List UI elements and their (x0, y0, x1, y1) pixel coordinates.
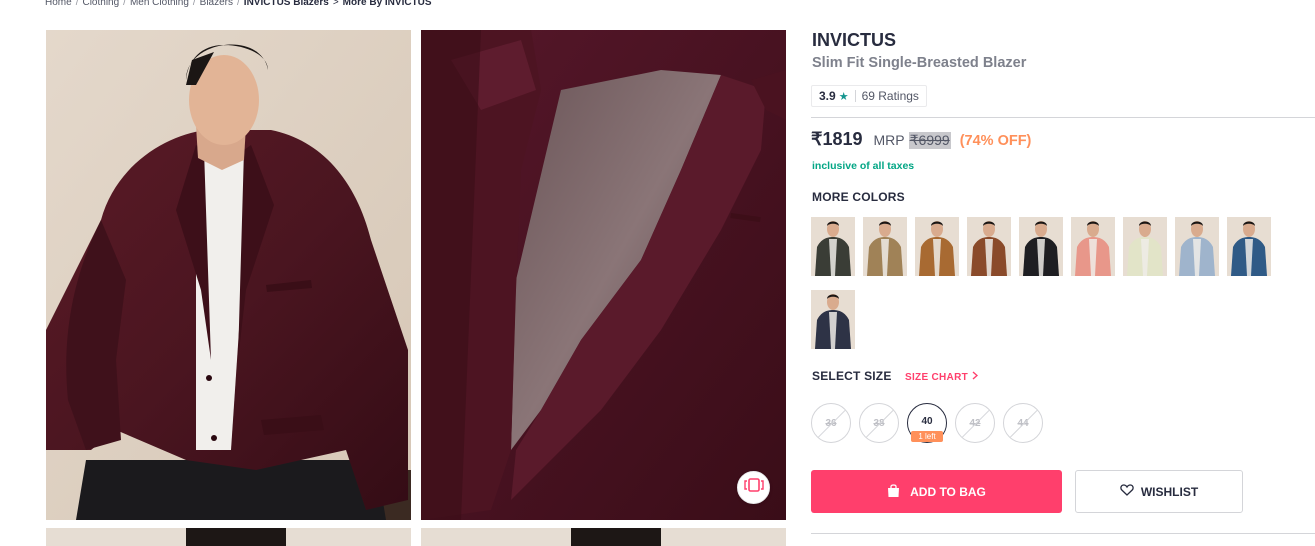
size-chart-label: SIZE CHART (905, 371, 968, 383)
stock-badge: 1 left (911, 431, 943, 442)
rating-value: 3.9 (819, 89, 836, 103)
color-swatch[interactable] (863, 217, 907, 276)
more-colors-heading: MORE COLORS (812, 190, 905, 204)
size-label: 44 (1017, 417, 1029, 429)
product-image-thumbnail-3[interactable] (46, 528, 411, 546)
breadcrumb: Home / Clothing / Men Clothing / Blazers… (45, 0, 432, 8)
product-image-thumbnail-4[interactable] (421, 528, 786, 546)
breadcrumb-clothing[interactable]: Clothing (82, 0, 119, 8)
color-swatch[interactable] (811, 217, 855, 276)
divider (811, 533, 1315, 534)
color-swatch[interactable] (811, 290, 855, 349)
breadcrumb-blazers[interactable]: Blazers (200, 0, 233, 8)
size-label: 42 (969, 417, 981, 429)
breadcrumb-separator: / (192, 0, 196, 8)
breadcrumb-separator: / (123, 0, 126, 8)
product-title: Slim Fit Single-Breasted Blazer (812, 55, 1027, 71)
size-option-40[interactable]: 40 1 left (907, 403, 947, 443)
size-option-44[interactable]: 44 (1003, 403, 1043, 443)
wishlist-label: WISHLIST (1140, 484, 1199, 499)
color-swatch[interactable] (967, 217, 1011, 276)
breadcrumb-brand-blazers[interactable]: INVICTUS Blazers (244, 0, 329, 8)
product-info-panel: INVICTUS Slim Fit Single-Breasted Blazer… (811, 0, 1315, 546)
color-swatch[interactable] (915, 217, 959, 276)
size-label: 38 (873, 417, 885, 429)
size-label: 36 (825, 417, 837, 429)
price-row: ₹1819 MRP ₹6999 (74% OFF) (811, 129, 1031, 150)
color-swatch[interactable] (1071, 217, 1115, 276)
size-chart-link[interactable]: SIZE CHART (905, 371, 979, 383)
star-icon: ★ (838, 90, 849, 103)
color-swatch[interactable] (1175, 217, 1219, 276)
mrp-value: ₹6999 (908, 132, 951, 149)
product-brand: INVICTUS (812, 30, 897, 50)
chevron-right-icon (972, 371, 979, 383)
size-option-36[interactable]: 36 (811, 403, 851, 443)
view-similar-button[interactable] (737, 471, 770, 504)
rating-count: 69 Ratings (861, 89, 919, 103)
size-option-42[interactable]: 42 (955, 403, 995, 443)
selling-price: ₹1819 (811, 129, 863, 149)
add-to-bag-label: ADD TO BAG (910, 484, 986, 499)
mrp-label: MRP (873, 132, 905, 148)
taxes-note: inclusive of all taxes (812, 160, 915, 172)
discount-percent: (74% OFF) (959, 133, 1032, 149)
rating-divider (854, 90, 856, 102)
add-to-bag-button[interactable]: ADD TO BAG (811, 470, 1062, 513)
color-swatch[interactable] (1227, 217, 1271, 276)
color-swatch[interactable] (1019, 217, 1063, 276)
product-image-lapel-closeup[interactable] (421, 30, 786, 520)
color-swatch[interactable] (1123, 217, 1167, 276)
rating-badge[interactable]: 3.9 ★ 69 Ratings (811, 85, 927, 107)
breadcrumb-home[interactable]: Home (45, 0, 72, 8)
similar-products-icon (743, 477, 764, 498)
heart-icon (1120, 484, 1134, 499)
breadcrumb-arrow: > (332, 0, 339, 8)
breadcrumb-separator: / (75, 0, 79, 8)
product-image-model[interactable] (46, 30, 411, 520)
shopping-bag-icon (887, 483, 900, 501)
breadcrumb-separator: / (237, 0, 240, 8)
select-size-heading: SELECT SIZE (812, 369, 892, 383)
size-label: 40 (921, 415, 933, 427)
breadcrumb-more-by-brand[interactable]: More By INVICTUS (343, 0, 432, 8)
divider (811, 117, 1315, 118)
size-option-38[interactable]: 38 (859, 403, 899, 443)
breadcrumb-men-clothing[interactable]: Men Clothing (130, 0, 189, 8)
wishlist-button[interactable]: WISHLIST (1075, 470, 1243, 513)
